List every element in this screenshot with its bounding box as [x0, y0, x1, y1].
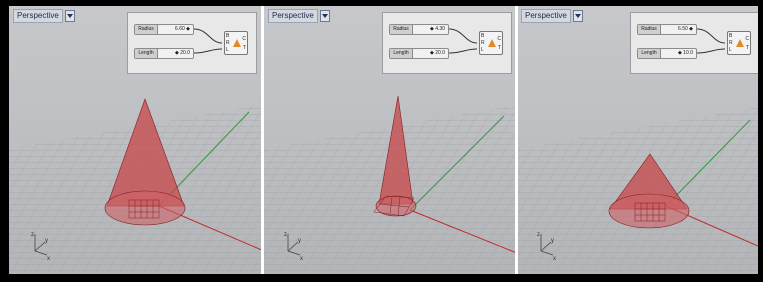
viewport-title[interactable]: Perspective: [13, 9, 63, 23]
port-r: R: [481, 40, 485, 46]
viewport-menu-dropdown-icon[interactable]: [572, 10, 583, 22]
grasshopper-canvas: Radius 6.50 ◆ Length ◆ 10.0 B R L C T: [630, 12, 758, 74]
port-l: L: [226, 47, 229, 53]
axis-y-label: y: [45, 238, 48, 244]
axis-x-label: x: [47, 256, 50, 262]
viewport-perspective-3[interactable]: Perspective Radius 6.50 ◆ Length ◆ 10.0 …: [518, 6, 758, 274]
axis-x-label: x: [300, 256, 303, 262]
port-t: T: [497, 45, 501, 51]
port-b: B: [226, 33, 230, 39]
viewport-header: Perspective: [268, 9, 330, 23]
axis-z-label: z: [537, 232, 540, 238]
cone-base: [608, 193, 690, 229]
cone-component-icon: [233, 39, 241, 47]
port-t: T: [745, 45, 749, 51]
viewport-header: Perspective: [521, 9, 583, 23]
viewport-perspective-2[interactable]: Perspective Radius ◆ 4.30 Length ◆ 20.0 …: [264, 6, 515, 274]
port-l: L: [729, 47, 732, 53]
cone-component[interactable]: B R L C T: [224, 31, 248, 55]
viewport-header: Perspective: [13, 9, 75, 23]
port-t: T: [242, 45, 246, 51]
grasshopper-canvas: Radius ◆ 4.30 Length ◆ 20.0 B R L C T: [382, 12, 512, 74]
port-b: B: [481, 33, 485, 39]
port-c: C: [745, 36, 749, 42]
viewport-menu-dropdown-icon[interactable]: [64, 10, 75, 22]
axis-z-label: z: [284, 232, 287, 238]
triptych-frame: Perspective Radius 6.60 ◆ Length ◆ 20.0 …: [0, 0, 763, 282]
axis-x-label: x: [553, 256, 556, 262]
port-r: R: [729, 40, 733, 46]
axis-y-label: y: [298, 238, 301, 244]
cone-component[interactable]: B R L C T: [727, 31, 751, 55]
axis-y-label: y: [551, 238, 554, 244]
cone-component[interactable]: B R L C T: [479, 31, 503, 55]
cone-base: [104, 190, 186, 226]
port-r: R: [226, 40, 230, 46]
cone-component-icon: [736, 39, 744, 47]
port-l: L: [481, 47, 484, 53]
port-c: C: [242, 36, 246, 42]
viewport-title[interactable]: Perspective: [521, 9, 571, 23]
cone-component-icon: [488, 39, 496, 47]
viewport-perspective-1[interactable]: Perspective Radius 6.60 ◆ Length ◆ 20.0 …: [9, 6, 261, 274]
port-c: C: [497, 36, 501, 42]
axis-z-label: z: [31, 232, 34, 238]
grasshopper-canvas: Radius 6.60 ◆ Length ◆ 20.0 B R L C T: [127, 12, 257, 74]
viewport-title[interactable]: Perspective: [268, 9, 318, 23]
port-b: B: [729, 33, 733, 39]
viewport-menu-dropdown-icon[interactable]: [319, 10, 330, 22]
